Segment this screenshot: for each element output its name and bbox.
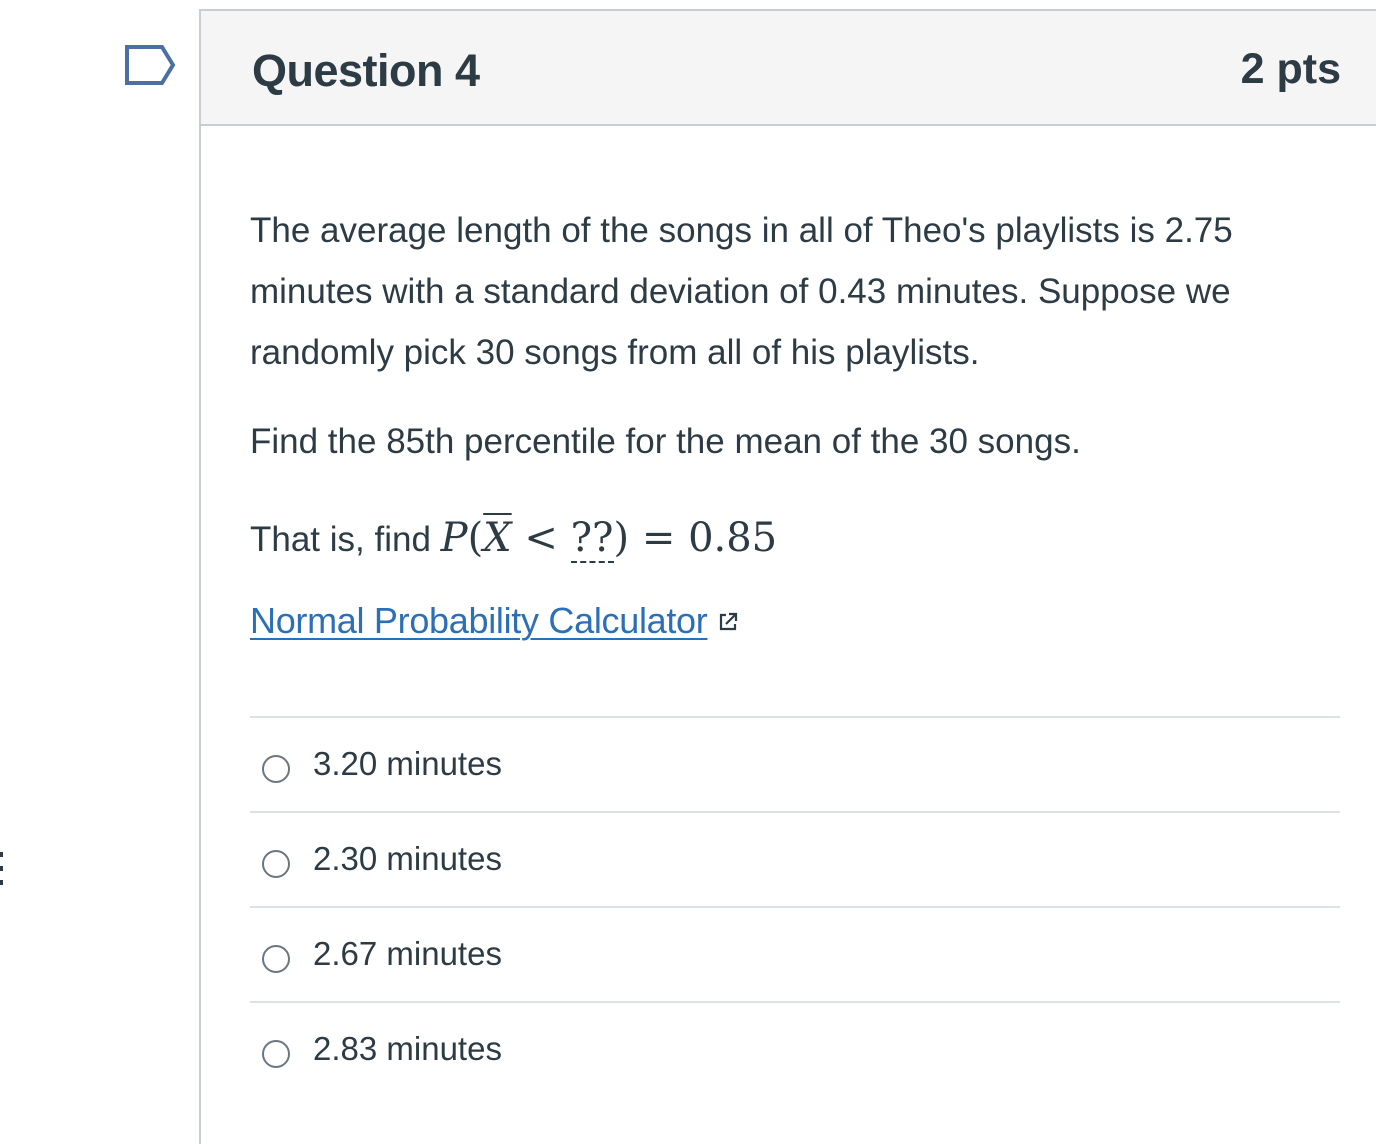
probability-formula: P(X < ??) = 0.85 [441, 515, 777, 563]
normal-probability-calculator-link[interactable]: Normal Probability Calculator [250, 600, 708, 641]
formula-equals: = [629, 515, 689, 561]
radio-button[interactable] [262, 1040, 290, 1068]
question-paragraph-2: Find the 85th percentile for the mean of… [250, 422, 1081, 461]
scroll-edge-marker [0, 852, 3, 886]
formula-p: P [440, 515, 468, 561]
question-points: 2 pts [1240, 45, 1341, 93]
quiz-page: Question 4 2 pts The average length of t… [0, 0, 1376, 1144]
answer-option[interactable]: 2.67 minutes [250, 906, 1340, 1001]
answer-option[interactable]: 2.30 minutes [250, 811, 1340, 906]
flag-question-icon[interactable] [124, 44, 176, 86]
formula-xbar: X [483, 515, 512, 561]
answer-label[interactable]: 3.20 minutes [313, 745, 502, 783]
answer-label[interactable]: 2.83 minutes [313, 1030, 502, 1068]
answer-list: 3.20 minutes 2.30 minutes 2.67 minutes 2… [250, 716, 1340, 1096]
answer-label[interactable]: 2.67 minutes [313, 935, 502, 973]
question-paragraph-1: The average length of the songs in all o… [250, 211, 1233, 372]
formula-open-paren: ( [467, 515, 484, 561]
formula-less-than: < [511, 515, 571, 561]
answer-label[interactable]: 2.30 minutes [313, 840, 502, 878]
answer-option[interactable]: 3.20 minutes [250, 716, 1340, 811]
formula-prefix: That is, find [250, 520, 441, 559]
question-body: The average length of the songs in all o… [250, 200, 1340, 660]
radio-button[interactable] [262, 850, 290, 878]
formula-value: 0.85 [688, 515, 778, 561]
external-link-icon[interactable] [717, 611, 739, 633]
radio-button[interactable] [262, 755, 290, 783]
formula-unknown: ?? [570, 515, 614, 563]
answer-option[interactable]: 2.83 minutes [250, 1001, 1340, 1096]
formula-line: That is, find P(X < ??) = 0.85 [250, 508, 1340, 570]
question-header: Question 4 2 pts [201, 11, 1376, 126]
calculator-link-row: Normal Probability Calculator [250, 600, 1340, 660]
radio-button[interactable] [262, 945, 290, 973]
formula-close-paren: ) [613, 515, 630, 561]
question-title: Question 4 [252, 45, 480, 96]
question-text: The average length of the songs in all o… [250, 200, 1340, 472]
